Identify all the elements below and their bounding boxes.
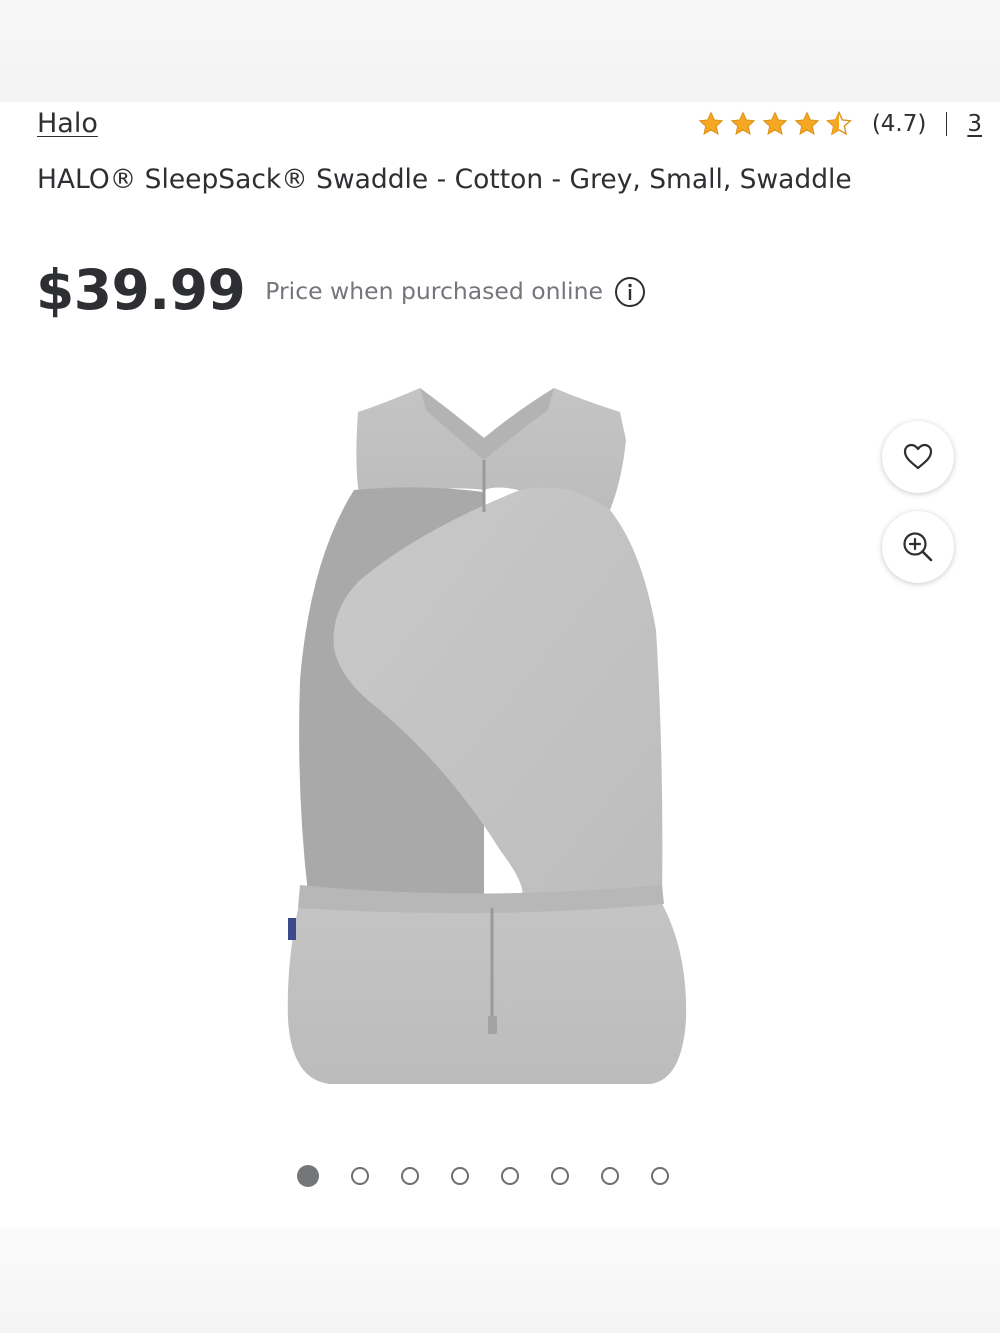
pager-dot[interactable] [501, 1167, 519, 1185]
product-page: Halo (4.7) 3 HALO® SleepSack® Swaddle - … [0, 0, 1000, 1333]
zoom-button[interactable] [882, 511, 954, 583]
star-full-icon [698, 111, 724, 135]
price-row: $39.99 Price when purchased online [36, 255, 646, 325]
rating-stars [696, 110, 854, 138]
bottom-area [0, 1228, 1000, 1333]
price-note: Price when purchased online [265, 277, 603, 305]
star-full-icon [794, 111, 820, 135]
product-title: HALO® SleepSack® Swaddle - Cotton - Grey… [37, 164, 852, 195]
pager-dot-active[interactable] [297, 1165, 319, 1187]
star-full-icon [730, 111, 756, 135]
product-price: $39.99 [36, 258, 246, 322]
image-pager [297, 1164, 669, 1188]
top-status-area [0, 0, 1000, 102]
star-half-icon [825, 110, 852, 136]
info-icon[interactable] [614, 276, 646, 308]
rating-value: (4.7) [871, 111, 927, 137]
brand-link[interactable]: Halo [37, 108, 98, 139]
favorite-button[interactable] [882, 421, 954, 493]
pager-dot[interactable] [651, 1167, 669, 1185]
review-count-link[interactable]: 3 [967, 111, 982, 137]
heart-icon [903, 443, 933, 470]
pager-dot[interactable] [551, 1167, 569, 1185]
pager-dot[interactable] [351, 1167, 369, 1185]
pager-dot[interactable] [451, 1167, 469, 1185]
rating-divider [946, 112, 948, 136]
pager-dot[interactable] [401, 1167, 419, 1185]
pager-dot[interactable] [601, 1167, 619, 1185]
swaddle-product-photo[interactable] [270, 380, 700, 1090]
rating-summary[interactable]: (4.7) 3 [696, 106, 982, 142]
zoom-in-icon [903, 532, 933, 562]
star-full-icon [762, 111, 788, 135]
